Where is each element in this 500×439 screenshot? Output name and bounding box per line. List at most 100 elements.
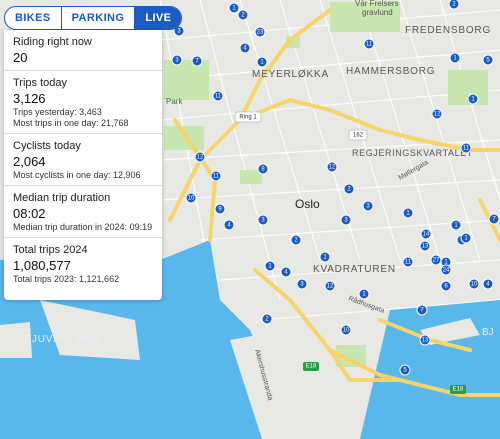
- station-marker[interactable]: 4: [482, 278, 494, 290]
- station-marker[interactable]: 11: [212, 90, 224, 102]
- station-marker[interactable]: 2: [448, 0, 460, 10]
- most-cyclists-text: Most cyclists in one day: 12,906: [13, 170, 141, 180]
- stat-trips-today: Trips today 3,126 Trips yesterday: 3,463…: [4, 71, 162, 134]
- station-marker[interactable]: 24: [440, 264, 452, 276]
- label-meyerlokka: MEYERLØKKA: [252, 69, 329, 80]
- station-marker[interactable]: 12: [431, 108, 443, 120]
- most-trips-text: Most trips in one day: 21,768: [13, 118, 129, 128]
- stat-riding-now: Riding right now 20: [4, 30, 162, 71]
- riding-now-label: Riding right now: [13, 36, 92, 48]
- label-oslo: Oslo: [295, 197, 320, 211]
- station-marker[interactable]: 12: [326, 161, 338, 173]
- label-tjuvholmen: TJUVHOLMEN: [25, 334, 101, 345]
- station-marker[interactable]: 1: [228, 2, 240, 14]
- road-label-e18-a: E18: [306, 364, 317, 370]
- station-marker[interactable]: 12: [324, 280, 336, 292]
- station-marker[interactable]: 3: [362, 200, 374, 212]
- label-regjeringskvartalet: REGJERINGSKVARTALET: [352, 148, 473, 158]
- svg-text:23: 23: [257, 29, 264, 35]
- tab-live[interactable]: LIVE: [135, 7, 182, 29]
- station-marker[interactable]: 2: [343, 183, 355, 195]
- station-marker[interactable]: 1: [450, 219, 462, 231]
- total-trips-value: 1,080,577: [13, 258, 71, 273]
- cyclists-today-value: 2,064: [13, 154, 46, 169]
- stat-cyclists-today: Cyclists today 2,064 Most cyclists in on…: [4, 134, 162, 186]
- station-marker[interactable]: 4: [239, 42, 251, 54]
- station-marker[interactable]: 13: [419, 334, 431, 346]
- station-marker[interactable]: 3: [296, 278, 308, 290]
- station-marker[interactable]: 7: [488, 213, 500, 225]
- station-marker[interactable]: 2: [237, 9, 249, 21]
- station-marker[interactable]: 14: [420, 228, 432, 240]
- station-marker[interactable]: 2: [261, 313, 273, 325]
- station-marker[interactable]: 11: [210, 170, 222, 182]
- svg-text:11: 11: [405, 259, 412, 265]
- svg-text:12: 12: [329, 164, 336, 170]
- road-label-e18-b: E18: [453, 387, 464, 393]
- tab-bikes[interactable]: BIKES: [5, 7, 62, 29]
- station-marker[interactable]: 3: [340, 214, 352, 226]
- label-var-frelsers: Vår Frelsers: [355, 0, 399, 8]
- median-duration-2024-text: Median trip duration in 2024: 09:19: [13, 222, 153, 232]
- station-marker[interactable]: 4: [223, 219, 235, 231]
- riding-now-value: 20: [13, 50, 28, 65]
- total-trips-2023-text: Total trips 2023: 1,121,662: [13, 274, 120, 284]
- svg-text:27: 27: [433, 257, 440, 263]
- station-marker[interactable]: 3: [171, 54, 183, 66]
- station-marker[interactable]: 11: [363, 38, 375, 50]
- svg-text:10: 10: [188, 195, 195, 201]
- total-trips-label: Total trips 2024: [13, 244, 88, 256]
- tab-parking[interactable]: PARKING: [62, 7, 136, 29]
- station-marker[interactable]: 4: [280, 266, 292, 278]
- station-marker[interactable]: 1: [460, 232, 472, 244]
- svg-text:14: 14: [423, 231, 430, 237]
- station-marker[interactable]: 1: [449, 52, 461, 64]
- label-fredensborg: FREDENSBORG: [405, 25, 491, 36]
- station-marker[interactable]: 1: [256, 56, 268, 68]
- svg-text:12: 12: [434, 111, 441, 117]
- station-marker[interactable]: 1: [358, 288, 370, 300]
- station-marker[interactable]: 8: [257, 163, 269, 175]
- station-marker[interactable]: 13: [419, 240, 431, 252]
- station-marker[interactable]: 2: [290, 234, 302, 246]
- label-bj: BJ: [482, 327, 494, 338]
- station-marker[interactable]: 6: [440, 280, 452, 292]
- svg-text:11: 11: [366, 41, 373, 47]
- station-marker[interactable]: 10: [340, 324, 352, 336]
- svg-text:13: 13: [422, 243, 429, 249]
- station-marker[interactable]: 7: [191, 55, 203, 67]
- station-marker[interactable]: 5: [482, 54, 494, 66]
- trips-today-label: Trips today: [13, 77, 68, 89]
- trips-today-value: 3,126: [13, 91, 46, 106]
- station-marker[interactable]: 27: [430, 254, 442, 266]
- live-stats-panel: Riding right now 20 Trips today 3,126 Tr…: [4, 30, 162, 300]
- station-marker[interactable]: 1: [264, 260, 276, 272]
- trips-yesterday-text: Trips yesterday: 3,463: [13, 107, 102, 117]
- svg-text:10: 10: [343, 327, 350, 333]
- svg-text:10: 10: [471, 281, 478, 287]
- road-label-ring1: Ring 1: [239, 115, 257, 121]
- svg-text:11: 11: [213, 173, 220, 179]
- station-marker[interactable]: 7: [416, 304, 428, 316]
- svg-text:12: 12: [327, 283, 334, 289]
- station-marker[interactable]: 23: [254, 26, 266, 38]
- stat-total-trips: Total trips 2024 1,080,577 Total trips 2…: [4, 238, 162, 289]
- svg-text:13: 13: [422, 337, 429, 343]
- station-marker[interactable]: 11: [460, 142, 472, 154]
- road-label-162: 162: [353, 133, 364, 139]
- svg-text:12: 12: [197, 154, 204, 160]
- station-marker[interactable]: 10: [468, 278, 480, 290]
- station-marker[interactable]: 9: [214, 203, 226, 215]
- station-marker[interactable]: 12: [194, 151, 206, 163]
- station-marker[interactable]: 3: [257, 214, 269, 226]
- station-marker[interactable]: 10: [185, 192, 197, 204]
- station-marker[interactable]: 1: [319, 251, 331, 263]
- svg-text:11: 11: [463, 145, 470, 151]
- median-duration-label: Median trip duration: [13, 192, 111, 204]
- station-marker[interactable]: 1: [402, 207, 414, 219]
- label-gravlund: gravlund: [362, 8, 393, 17]
- station-marker[interactable]: 1: [467, 93, 479, 105]
- station-marker[interactable]: 5: [399, 364, 411, 376]
- label-park: Park: [166, 97, 183, 106]
- station-marker[interactable]: 11: [402, 256, 414, 268]
